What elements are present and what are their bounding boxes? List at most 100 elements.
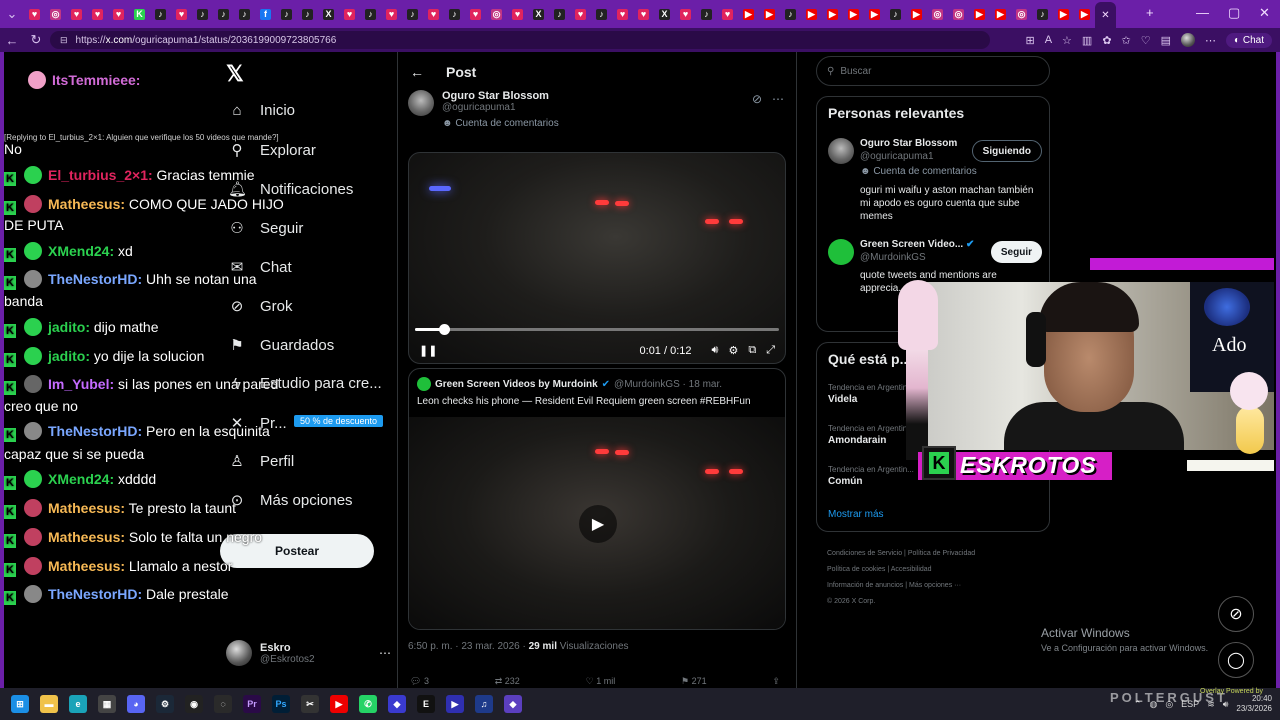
browser-tab[interactable]: ▶ (864, 4, 885, 24)
active-tab-close-icon[interactable]: ✕ (1095, 2, 1116, 28)
browser-tab[interactable]: ♪ (1032, 4, 1053, 24)
author-avatar[interactable] (408, 90, 434, 116)
browser-tab[interactable]: ▶ (906, 4, 927, 24)
nav-item-explore[interactable]: ⚲ Explorar (228, 141, 316, 160)
extensions-icon[interactable]: ✿ (1102, 34, 1111, 47)
footer-link[interactable]: Información de anuncios (827, 582, 903, 589)
url-field[interactable]: ⊟ https://x.com/oguricapuma1/status/2036… (50, 31, 990, 49)
browser-tab[interactable]: ▶ (822, 4, 843, 24)
x-logo-icon[interactable]: 𝕏 (226, 61, 244, 87)
author-handle[interactable]: @oguricapuma1 (442, 102, 559, 113)
new-tab-icon[interactable]: + (1146, 5, 1154, 20)
browser-tab[interactable]: ♪ (234, 4, 255, 24)
whatsapp-icon[interactable]: ✆ (359, 695, 377, 713)
back-arrow-icon[interactable]: ← (410, 64, 424, 80)
file-explorer-icon[interactable]: ▬ (40, 695, 58, 713)
browser-tab[interactable]: ♪ (213, 4, 234, 24)
browser-tab[interactable]: ♥ (675, 4, 696, 24)
browser-tab[interactable]: ♪ (150, 4, 171, 24)
volume-icon[interactable]: 🔊︎ (712, 344, 719, 357)
browser-tab[interactable]: ♪ (885, 4, 906, 24)
photoshop-icon[interactable]: Ps (272, 695, 290, 713)
browser-tab[interactable]: ▶ (1074, 4, 1095, 24)
epic-games-icon[interactable]: E (417, 695, 435, 713)
browser-tab[interactable]: ♪ (780, 4, 801, 24)
favorites-icon[interactable]: ✩ (1122, 34, 1131, 47)
browser-tab[interactable]: ♥ (24, 4, 45, 24)
capcut-icon[interactable]: ✂ (301, 695, 319, 713)
maximize-icon[interactable]: ▢ (1228, 5, 1240, 21)
favorite-star-icon[interactable]: ☆ (1062, 34, 1072, 47)
author-name[interactable]: Oguro Star Blossom (442, 90, 559, 102)
profile-avatar[interactable] (1181, 33, 1196, 47)
reload-icon[interactable]: ↻ (24, 32, 48, 48)
browser-tab[interactable]: ♪ (444, 4, 465, 24)
minimize-icon[interactable]: — (1196, 5, 1209, 20)
like-button[interactable]: ♡ 1 mil (586, 676, 616, 687)
browser-tab[interactable]: ♪ (360, 4, 381, 24)
browser-tab[interactable]: ♥ (87, 4, 108, 24)
app-icon[interactable]: ◆ (504, 695, 522, 713)
premiere-icon[interactable]: Pr (243, 695, 261, 713)
browser-tab[interactable]: ♥ (717, 4, 738, 24)
browser-tab[interactable]: ♥ (612, 4, 633, 24)
browser-tab[interactable]: ♪ (549, 4, 570, 24)
browser-tab[interactable]: ♪ (696, 4, 717, 24)
browser-tab[interactable]: ▶ (969, 4, 990, 24)
show-more-link[interactable]: Mostrar más (828, 509, 884, 520)
browser-tab[interactable]: ♥ (507, 4, 528, 24)
browser-tab[interactable]: ▶ (738, 4, 759, 24)
bookmark-button[interactable]: ⚑ 271 (681, 676, 707, 687)
browser-tab[interactable]: ♥ (633, 4, 654, 24)
browser-tab[interactable]: ♪ (297, 4, 318, 24)
quoted-post[interactable]: Green Screen Videos by Murdoink ✔ @Murdo… (408, 368, 786, 630)
reply-button[interactable]: 💬︎ 3 (410, 676, 429, 687)
close-window-icon[interactable]: ✕ (1259, 5, 1270, 21)
settings-gear-icon[interactable]: ⚙ (728, 344, 738, 357)
browser-tab[interactable]: ▶ (990, 4, 1011, 24)
read-aloud-icon[interactable]: A (1045, 34, 1052, 46)
browser-tab[interactable]: ♥ (108, 4, 129, 24)
edge-browser-icon[interactable]: e (69, 695, 87, 713)
pause-icon[interactable]: ❚❚ (419, 344, 437, 357)
split-screen-icon[interactable]: ▥ (1082, 34, 1092, 47)
menu-dots-icon[interactable]: ⋯ (1205, 34, 1216, 47)
browser-tab[interactable]: ♪ (192, 4, 213, 24)
video-player[interactable]: ❚❚ 0:01 / 0:12 🔊︎ ⚙ ⧉ ⤢ (408, 152, 786, 364)
copilot-chat-button[interactable]: ◐ Chat (1226, 32, 1272, 48)
grok-icon[interactable]: ⊘ (752, 92, 762, 106)
vscode-icon[interactable]: ◆ (388, 695, 406, 713)
browser-tab[interactable]: X (528, 4, 549, 24)
browser-tab[interactable]: ♪ (591, 4, 612, 24)
app-icon[interactable]: ◌ (214, 695, 232, 713)
browser-tab[interactable]: ♪ (276, 4, 297, 24)
pip-icon[interactable]: ⧉ (748, 344, 756, 357)
browser-tab[interactable]: ♥ (339, 4, 360, 24)
trend-item[interactable]: Tendencia en Argentin... Común (828, 465, 914, 487)
grok-float-button[interactable]: ⊘ (1218, 596, 1254, 632)
share-icon[interactable]: ⇪ (772, 676, 780, 687)
system-clock[interactable]: 20:40 23/3/2026 (1236, 694, 1272, 714)
browser-tab[interactable]: ♥ (570, 4, 591, 24)
more-dots-icon[interactable]: ⋯ (772, 92, 784, 106)
discord-icon[interactable]: ◕ (127, 695, 145, 713)
nav-item-follow[interactable]: ⚇ Seguir (228, 219, 303, 238)
more-dots-icon[interactable]: ⋯ (379, 646, 391, 660)
audio-app-icon[interactable]: ♫ (475, 695, 493, 713)
steam-icon[interactable]: ⚙ (156, 695, 174, 713)
account-switcher[interactable]: Eskro @Eskrotos2 ⋯ (226, 640, 391, 666)
footer-link[interactable]: Condiciones de Servicio (827, 550, 902, 557)
nav-item-more[interactable]: ⊙ Más opciones (228, 491, 353, 510)
video-progress-bar[interactable] (415, 324, 779, 335)
obs-icon[interactable]: ◉ (185, 695, 203, 713)
footer-link[interactable]: Accesibilidad (891, 566, 932, 573)
browser-tab[interactable]: f (255, 4, 276, 24)
browser-tab[interactable]: ▶ (759, 4, 780, 24)
browser-tab[interactable]: X (654, 4, 675, 24)
nav-item-grok[interactable]: ⊘ Grok (228, 297, 293, 316)
heart-extension-icon[interactable]: ♡ (1141, 34, 1151, 47)
repost-button[interactable]: ⇄ 232 (495, 676, 520, 687)
browser-tab[interactable]: ♪ (402, 4, 423, 24)
browser-tab[interactable]: ◎ (927, 4, 948, 24)
footer-link[interactable]: Política de cookies (827, 566, 885, 573)
